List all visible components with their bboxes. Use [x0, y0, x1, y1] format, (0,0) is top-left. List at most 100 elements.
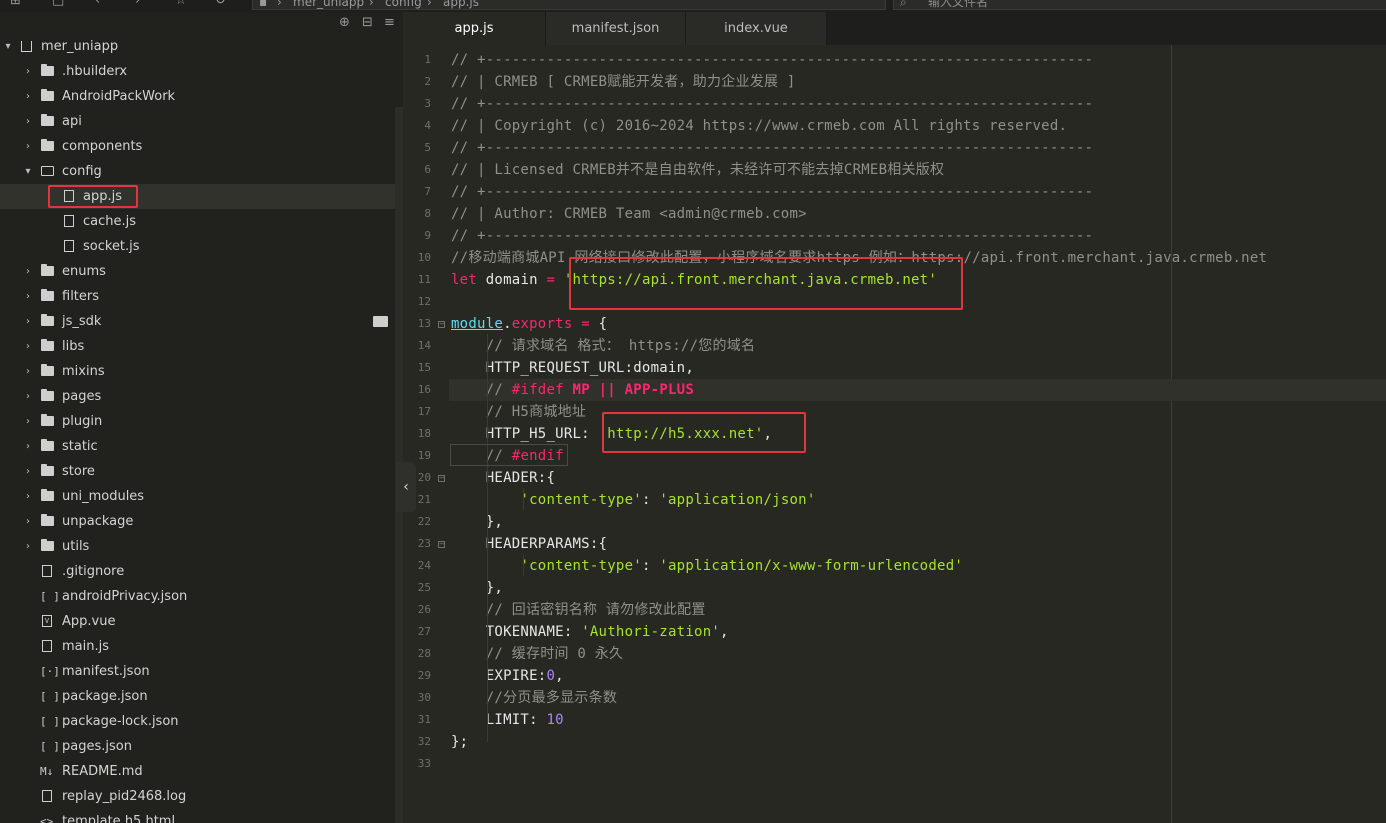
chevron-right-icon[interactable]: ›	[22, 284, 34, 309]
chevron-right-icon[interactable]: ›	[22, 134, 34, 159]
tree-item[interactable]: [ ] androidPrivacy.json	[0, 584, 395, 609]
tree-item[interactable]: › libs	[0, 334, 395, 359]
code-line[interactable]: module.exports = {	[451, 313, 607, 335]
chevron-right-icon[interactable]: ›	[22, 459, 34, 484]
tree-item[interactable]: › static	[0, 434, 395, 459]
code-editor[interactable]: 1 2 3 4 5 6 7 8 9 10 11 12 13 14 15 16 17 18 19 20 21 22 23 24 2…	[403, 45, 1386, 823]
collapse-all-icon[interactable]: ⊟	[362, 15, 373, 30]
tree-item[interactable]: <> template.h5.html	[0, 809, 395, 823]
code-line[interactable]: // 缓存时间 0 永久	[451, 643, 623, 665]
more-icon[interactable]: ≡	[384, 15, 395, 30]
breadcrumb-item[interactable]: app.js	[443, 0, 479, 9]
forward-icon[interactable]: ›	[135, 0, 140, 8]
code-line[interactable]: // 请求域名 格式： https://您的域名	[451, 335, 755, 357]
tree-item[interactable]: › store	[0, 459, 395, 484]
collapse-sidebar-button[interactable]: ‹	[396, 462, 416, 512]
code-line[interactable]: // H5商城地址	[451, 401, 586, 423]
tree-item[interactable]: [ ] package.json	[0, 684, 395, 709]
code-line[interactable]: LIMIT: 10	[451, 709, 564, 731]
tree-item[interactable]: › enums	[0, 259, 395, 284]
tree-item[interactable]: .gitignore	[0, 559, 395, 584]
chevron-right-icon[interactable]: ›	[22, 409, 34, 434]
fold-toggle-icon[interactable]: −	[438, 321, 445, 328]
code-line[interactable]: //分页最多显示条数	[451, 687, 617, 709]
code-line[interactable]: // | Author: CRMEB Team <admin@crmeb.com…	[451, 203, 807, 225]
code-line[interactable]: // +------------------------------------…	[451, 225, 1093, 247]
code-line[interactable]: 'content-type': 'application/x-www-form-…	[451, 555, 963, 577]
tree-item[interactable]: › .hbuilderx	[0, 59, 395, 84]
chevron-down-icon[interactable]: ▾	[2, 34, 14, 59]
code-line[interactable]: // +------------------------------------…	[451, 181, 1093, 203]
chevron-right-icon[interactable]: ›	[22, 59, 34, 84]
tree-item[interactable]: › components	[0, 134, 395, 159]
tree-item[interactable]: replay_pid2468.log	[0, 784, 395, 809]
code-line[interactable]: EXPIRE:0,	[451, 665, 564, 687]
tree-item[interactable]: › api	[0, 109, 395, 134]
split-icon[interactable]: ⊞	[10, 0, 21, 8]
code-line[interactable]: // | Copyright (c) 2016~2024 https://www…	[451, 115, 1067, 137]
chevron-down-icon[interactable]: ▾	[22, 159, 34, 184]
folder-icon	[41, 114, 54, 126]
tree-item[interactable]: › plugin	[0, 409, 395, 434]
tab-index-vue[interactable]: index.vue	[686, 12, 827, 45]
code-line[interactable]: },	[451, 511, 503, 533]
tree-item[interactable]: M↓ README.md	[0, 759, 395, 784]
chevron-right-icon[interactable]: ›	[22, 109, 34, 134]
tree-item[interactable]: › pages	[0, 384, 395, 409]
code-line[interactable]: TOKENNAME: 'Authori-zation',	[451, 621, 729, 643]
tree-item[interactable]: › utils	[0, 534, 395, 559]
code-line[interactable]: 'content-type': 'application/json'	[451, 489, 816, 511]
square-icon[interactable]: □	[52, 0, 64, 8]
code-line[interactable]: // | Licensed CRMEB并不是自由软件，未经许可不能去掉CRMEB…	[451, 159, 944, 181]
tree-item[interactable]: ▾ config	[0, 159, 395, 184]
tree-item[interactable]: cache.js	[0, 209, 395, 234]
tree-item[interactable]: › unpackage	[0, 509, 395, 534]
code-line[interactable]: HEADER:{	[451, 467, 555, 489]
tree-item[interactable]: [ ] package-lock.json	[0, 709, 395, 734]
chevron-right-icon[interactable]: ›	[22, 384, 34, 409]
fold-toggle-icon[interactable]: −	[438, 541, 445, 548]
code-line[interactable]: HEADERPARAMS:{	[451, 533, 607, 555]
code-line[interactable]: },	[451, 577, 503, 599]
chevron-right-icon[interactable]: ›	[22, 359, 34, 384]
chevron-right-icon[interactable]: ›	[22, 484, 34, 509]
chevron-right-icon[interactable]: ›	[22, 434, 34, 459]
chevron-right-icon[interactable]: ›	[22, 84, 34, 109]
tree-item[interactable]: [ ] pages.json	[0, 734, 395, 759]
tree-item[interactable]: main.js	[0, 634, 395, 659]
tree-item[interactable]: [·] manifest.json	[0, 659, 395, 684]
code-line[interactable]: // +------------------------------------…	[451, 93, 1093, 115]
tree-item[interactable]: V App.vue	[0, 609, 395, 634]
code-line[interactable]: // 回话密钥名称 请勿修改此配置	[451, 599, 706, 621]
tab-manifest-json[interactable]: manifest.json	[546, 12, 686, 45]
locate-icon[interactable]: ⊕	[339, 15, 350, 30]
code-line[interactable]: // | CRMEB [ CRMEB赋能开发者，助力企业发展 ]	[451, 71, 796, 93]
fold-toggle-icon[interactable]: −	[438, 475, 445, 482]
code-line[interactable]: // +------------------------------------…	[451, 137, 1093, 159]
breadcrumb-item[interactable]: config	[385, 0, 422, 9]
back-icon[interactable]: ‹	[95, 0, 100, 8]
breadcrumb[interactable]: ▪ › mer_uniapp › config › app.js	[252, 0, 886, 10]
tree-item[interactable]: › filters	[0, 284, 395, 309]
tree-item[interactable]: socket.js	[0, 234, 395, 259]
chevron-right-icon[interactable]: ›	[22, 309, 34, 334]
code-line[interactable]: };	[451, 731, 468, 753]
chevron-right-icon[interactable]: ›	[22, 334, 34, 359]
tree-root[interactable]: ▾ mer_uniapp	[0, 34, 395, 59]
refresh-icon[interactable]: ↻	[215, 0, 226, 8]
tree-item[interactable]: › mixins	[0, 359, 395, 384]
tree-item[interactable]: › uni_modules	[0, 484, 395, 509]
tab-app-js[interactable]: app.js	[403, 12, 546, 45]
breadcrumb-item[interactable]: mer_uniapp	[293, 0, 364, 9]
chevron-right-icon[interactable]: ›	[22, 509, 34, 534]
file-search-input[interactable]: ⌕ 输入文件名	[893, 0, 1386, 10]
open-folder-icon[interactable]	[373, 316, 388, 327]
tree-item[interactable]: app.js	[0, 184, 395, 209]
tree-item[interactable]: › AndroidPackWork	[0, 84, 395, 109]
code-line[interactable]: // +------------------------------------…	[451, 49, 1093, 71]
chevron-right-icon[interactable]: ›	[22, 534, 34, 559]
star-icon[interactable]: ☆	[175, 0, 187, 8]
tree-item[interactable]: › js_sdk	[0, 309, 395, 334]
chevron-right-icon[interactable]: ›	[22, 259, 34, 284]
